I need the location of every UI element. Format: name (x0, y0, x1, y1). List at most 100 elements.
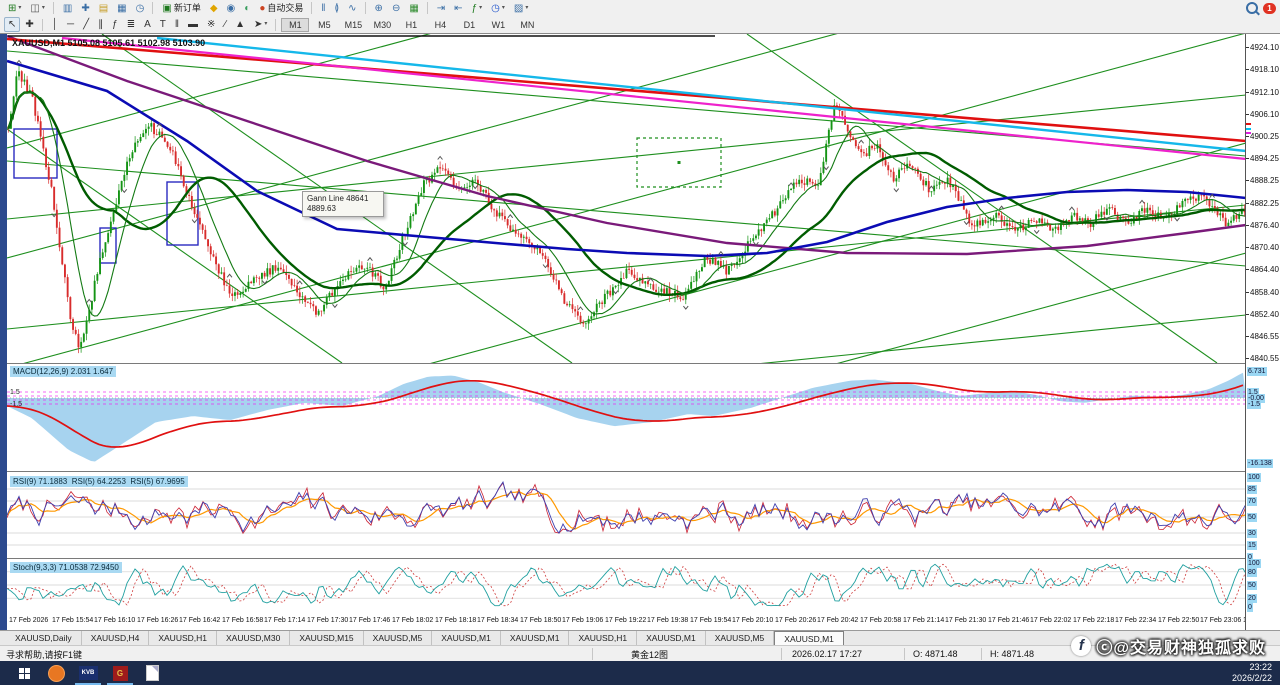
bar-chart-mode-button[interactable]: ‖ (317, 1, 329, 16)
taskbar-notepad[interactable] (136, 661, 168, 685)
horizontal-line-tool-button[interactable]: ─ (63, 17, 78, 32)
price-axis[interactable]: 4924.104918.104912.104906.104900.254894.… (1245, 34, 1280, 631)
text-label-tool-button[interactable]: T (156, 17, 170, 32)
zoom-out-button[interactable]: ⊖ (388, 1, 404, 16)
new-order-button[interactable]: ▣新订单 (158, 1, 204, 16)
strategy-tester-button[interactable]: ◷ (132, 1, 149, 16)
candle-chart-mode-button[interactable]: ≬ (331, 1, 344, 16)
bar-chart-mode-icon: ‖ (321, 2, 325, 15)
chart-tab[interactable]: XAUUSD,H1 (569, 631, 637, 646)
crosshair-tool-button[interactable]: ✚ (21, 17, 37, 32)
indicators-button[interactable]: ƒ▾ (468, 1, 487, 16)
community-button[interactable]: ◉ (223, 1, 240, 16)
timeframe-m30-button[interactable]: M30 (368, 18, 396, 32)
rsi-pane-canvas[interactable] (7, 471, 1246, 558)
watermark-text: ⓒ@交易财神独孤求败 (1096, 634, 1266, 658)
new-chart-icon: ⊞ (8, 2, 16, 15)
navigator-button[interactable]: ▤ (95, 1, 112, 16)
vertical-line-tool-button[interactable]: │ (48, 17, 62, 32)
timeframe-d1-button[interactable]: D1 (455, 18, 483, 32)
timeframe-w1-button[interactable]: W1 (484, 18, 512, 32)
window-left-border (0, 34, 7, 631)
chart-tab[interactable]: XAUUSD,M5 (364, 631, 433, 646)
timeframe-h1-button[interactable]: H1 (397, 18, 425, 32)
fibonacci-tool-button[interactable]: ƒ (108, 17, 122, 32)
timeframe-mn-button[interactable]: MN (513, 18, 541, 32)
new-order-label: 新订单 (174, 2, 201, 15)
line-chart-mode-button[interactable]: ∿ (344, 1, 360, 16)
pane-separator[interactable] (7, 471, 1280, 472)
gann-tools-tool-button[interactable]: ≣ (123, 17, 139, 32)
chart-tab[interactable]: XAUUSD,M30 (217, 631, 290, 646)
timeframe-m1-button[interactable]: M1 (281, 18, 309, 32)
data-window-button[interactable]: ✚ (77, 1, 93, 16)
timeframe-m15-button[interactable]: M15 (339, 18, 367, 32)
tooltip-line2: 4889.63 (307, 204, 379, 214)
chart-tab[interactable]: XAUUSD,Daily (6, 631, 82, 646)
sound-alert-button[interactable]: ◆ (206, 1, 222, 16)
arrow-line-tool-button[interactable]: ∕ (220, 17, 230, 32)
templates-button[interactable]: ▨▾ (510, 1, 532, 16)
taskbar-start[interactable] (8, 661, 40, 685)
indicator-value-chip: 80 (1247, 568, 1257, 577)
new-chart-button[interactable]: ⊞▾ (4, 1, 25, 16)
timeframe-m5-button[interactable]: M5 (310, 18, 338, 32)
market-watch-button[interactable]: ▥ (59, 1, 76, 16)
equidistant-channel-tool-button[interactable]: ∥ (94, 17, 107, 32)
clock-date: 2026/2/22 (1232, 673, 1272, 684)
periods-button[interactable]: ◷▾ (487, 1, 509, 16)
chart-tab[interactable]: XAUUSD,M5 (706, 631, 775, 646)
search-icon[interactable] (1246, 2, 1258, 14)
toolbar-main: ⊞▾◫▾▥✚▤▦◷▣新订单◆◉◐●自动交易‖≬∿⊕⊖▦⇥⇤ƒ▾◷▾▨▾ (0, 0, 1280, 17)
pane-separator[interactable] (7, 558, 1280, 559)
cursor-tool-button[interactable]: ↖ (4, 17, 20, 32)
arrows-more-tool-button[interactable]: ➤▾ (250, 17, 271, 32)
taskbar-browser[interactable] (40, 661, 72, 685)
indicator-value-chip: 50 (1247, 581, 1257, 590)
stoch-pane-canvas[interactable] (7, 558, 1246, 612)
zoom-in-button[interactable]: ⊕ (371, 1, 387, 16)
auto-trading-button[interactable]: ●自动交易 (255, 1, 307, 16)
profiles-button[interactable]: ◫▾ (26, 1, 48, 16)
cursor-icon: ↖ (8, 18, 16, 31)
indicator-value-chip: 15 (1247, 541, 1257, 550)
mql-market-button[interactable]: ◐ (240, 1, 254, 16)
rectangle-tool-button[interactable]: ▬ (184, 17, 202, 32)
price-pane-canvas[interactable] (7, 34, 1246, 363)
horizontal-line-icon: ─ (67, 18, 74, 31)
chart-tab[interactable]: XAUUSD,M15 (290, 631, 363, 646)
new-order-icon: ▣ (162, 2, 171, 15)
time-axis[interactable]: 17 Feb 202617 Feb 15:5417 Feb 16:1017 Fe… (7, 612, 1246, 631)
status-profile[interactable]: 黄金12图 (592, 648, 781, 660)
chart-tab[interactable]: XAUUSD,H1 (149, 631, 217, 646)
triangle-tool-button[interactable]: ▲ (231, 17, 249, 32)
taskbar-kvb[interactable]: KVB (72, 661, 104, 685)
trend-line-tool-button[interactable]: ╱ (79, 17, 93, 32)
taskbar-gold-app[interactable]: G (104, 661, 136, 685)
pane-separator[interactable] (7, 363, 1280, 364)
auto-scroll-button[interactable]: ⇥ (433, 1, 449, 16)
chart-shift-button[interactable]: ⇤ (450, 1, 466, 16)
terminal-button[interactable]: ▦ (113, 1, 130, 16)
data-window-icon: ✚ (81, 2, 89, 15)
tile-windows-button[interactable]: ▦ (405, 1, 422, 16)
taskbar-clock[interactable]: 23:222026/2/22 (1232, 661, 1280, 685)
cycle-lines-tool-button[interactable]: ‖ (171, 17, 183, 32)
gann-line-tooltip: Gann Line 48641 4889.63 (302, 191, 384, 217)
macd-pane-canvas[interactable] (7, 363, 1246, 471)
timeframe-h4-button[interactable]: H4 (426, 18, 454, 32)
chart-tab[interactable]: XAUUSD,M1 (637, 631, 706, 646)
chart-tab[interactable]: XAUUSD,M1 (501, 631, 570, 646)
indicator-value-chip: 6.731 (1247, 367, 1267, 376)
chart-tab[interactable]: XAUUSD,M1 (432, 631, 501, 646)
chart-tab[interactable]: XAUUSD,H4 (82, 631, 150, 646)
line-chart-mode-icon: ∿ (348, 2, 356, 15)
price-tick: 4846.55 (1250, 333, 1279, 341)
mt4-window: ⊞▾◫▾▥✚▤▦◷▣新订单◆◉◐●自动交易‖≬∿⊕⊖▦⇥⇤ƒ▾◷▾▨▾ 1 ↖✚… (0, 0, 1280, 685)
notification-badge[interactable]: 1 (1263, 3, 1276, 14)
text-tool-button[interactable]: A (140, 17, 155, 32)
pattern-tool-button[interactable]: ※ (203, 17, 219, 32)
chart-tab-active[interactable]: XAUUSD,M1 (774, 631, 844, 646)
community-icon: ◉ (227, 2, 236, 15)
profiles-icon: ◫ (30, 2, 39, 15)
